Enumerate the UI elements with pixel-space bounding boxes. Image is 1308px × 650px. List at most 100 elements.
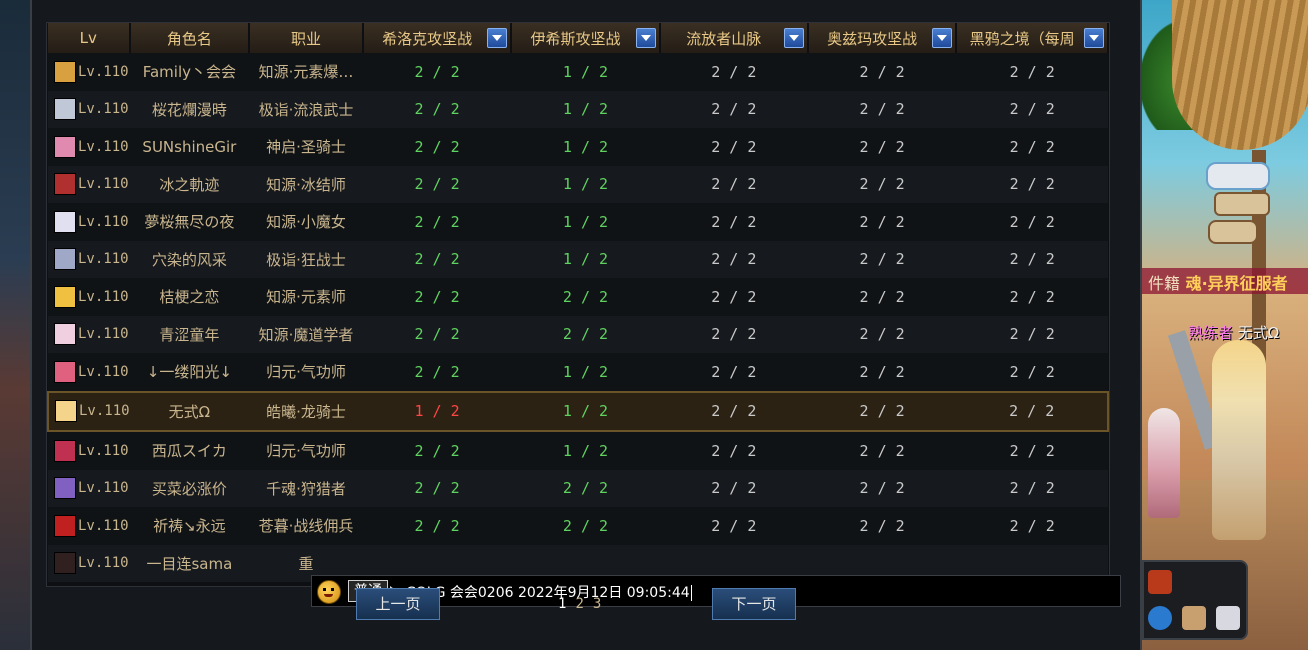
table-row[interactable]: Lv.110 西瓜スイカ 归元·气功师 2 / 21 / 22 / 22 / 22 /… xyxy=(48,431,1108,470)
sign-board xyxy=(1208,220,1258,244)
level-text: Lv.110 xyxy=(78,176,129,193)
clear-count-cell: 2 / 2 xyxy=(511,507,660,545)
player-character[interactable] xyxy=(1212,340,1266,540)
dropdown-arrow-icon[interactable] xyxy=(487,28,508,48)
clear-count-cell: 2 / 2 xyxy=(956,165,1108,203)
clear-count-cell: 2 / 2 xyxy=(659,278,808,316)
emoji-icon[interactable] xyxy=(317,580,341,604)
column-header-label: 职业 xyxy=(291,29,322,48)
character-avatar-icon xyxy=(54,477,76,500)
chat-input[interactable]: COLG 会会0206 2022年9月12日 09:05:44 xyxy=(406,582,692,602)
table-row[interactable]: Lv.110 买菜必涨价 千魂·狩猎者 2 / 22 / 22 / 22 / 22 /… xyxy=(48,469,1108,507)
character-name: 西瓜スイカ xyxy=(129,431,250,470)
clear-count-cell: 1 / 2 xyxy=(511,390,660,432)
thatched-hut xyxy=(1172,0,1308,150)
level-cell: Lv.110 xyxy=(48,315,130,353)
character-class: 千魂·狩猎者 xyxy=(249,469,363,507)
level-cell: Lv.110 xyxy=(48,507,130,545)
clear-count-cell: 2 / 2 xyxy=(659,469,808,507)
table-row[interactable]: Lv.110 桜花爛漫時 极诣·流浪武士 2 / 21 / 22 / 22 / 22 … xyxy=(48,90,1108,128)
clear-count-cell: 2 / 2 xyxy=(659,507,808,545)
table-row[interactable]: Lv.110 ↓一缕阳光↓ 归元·气功师 2 / 21 / 22 / 22 / 22 … xyxy=(48,353,1108,392)
column-header-1: 角色名 xyxy=(129,23,251,53)
table-body: Lv.110 Family丶会会 知源·元素爆… 2 / 21 / 22 / 22 /… xyxy=(47,53,1109,582)
clear-count-cell: 2 / 2 xyxy=(362,278,512,316)
character-name: 夢桜無尽の夜 xyxy=(129,203,250,241)
table-row[interactable]: Lv.110 祈祷↘永远 苍暮·战线佣兵 2 / 22 / 22 / 22 / 22 … xyxy=(48,507,1108,545)
column-header-4[interactable]: 伊希斯攻坚战 xyxy=(511,23,661,53)
next-page-button[interactable]: 下一页 xyxy=(712,588,796,620)
column-header-3[interactable]: 希洛克攻坚战 xyxy=(362,23,513,53)
clear-count-cell: 2 / 2 xyxy=(956,203,1108,241)
level-text: Lv.110 xyxy=(78,480,129,497)
character-avatar-icon xyxy=(55,400,77,423)
dropdown-arrow-icon[interactable] xyxy=(932,28,953,48)
page-1-link[interactable]: 1 xyxy=(558,596,566,612)
dungeon-progress-window: Lv 角色名 职业 希洛克攻坚战 伊希斯攻坚战 流放者山脉 奥兹玛攻坚战 黑鸦之境（每周 Lv… xyxy=(30,0,1142,650)
table-row[interactable]: Lv.110 青涩童年 知源·魔道学者 2 / 22 / 22 / 22 / 22 /… xyxy=(48,315,1108,353)
clear-count-cell: 2 / 2 xyxy=(362,240,512,278)
clear-count-cell: 2 / 2 xyxy=(807,203,957,241)
clear-count-cell: 1 / 2 xyxy=(511,431,660,470)
clear-count-cell: 2 / 2 xyxy=(362,507,512,545)
page-numbers: 123 xyxy=(558,596,610,612)
game-background-left xyxy=(0,0,30,650)
page-3-link[interactable]: 3 xyxy=(593,596,601,612)
table-row[interactable]: Lv.110 穴染的风采 极诣·狂战士 2 / 21 / 22 / 22 / 22 /… xyxy=(48,240,1108,278)
level-text: Lv.110 xyxy=(78,442,129,459)
character-name: 一目连sama xyxy=(129,544,250,582)
chat-message-text[interactable]: COLG 会会0206 2022年9月12日 09:05:44 xyxy=(406,585,690,601)
character-avatar-icon xyxy=(54,98,76,121)
clear-count-cell: 2 / 2 xyxy=(659,315,808,353)
clear-count-cell: 2 / 2 xyxy=(659,203,808,241)
clear-count-cell: 1 / 2 xyxy=(362,390,512,432)
clear-count-cell: 2 / 2 xyxy=(362,90,512,128)
pvp-icon[interactable] xyxy=(1148,606,1172,630)
clear-count-cell: 2 / 2 xyxy=(807,165,957,203)
clear-count-cell: 1 / 2 xyxy=(511,90,660,128)
character-class: 归元·气功师 xyxy=(249,431,363,470)
character-class: 知源·元素爆… xyxy=(249,53,363,91)
column-header-6[interactable]: 奥兹玛攻坚战 xyxy=(807,23,958,53)
level-cell: Lv.110 xyxy=(48,431,130,470)
clear-count-cell: 2 / 2 xyxy=(956,90,1108,128)
character-avatar-icon xyxy=(54,60,76,83)
dropdown-arrow-icon[interactable] xyxy=(635,28,656,48)
clear-count-cell: 2 / 2 xyxy=(362,353,512,392)
character-class: 皓曦·龙骑士 xyxy=(249,390,363,432)
character-avatar-icon xyxy=(54,210,76,233)
column-header-5[interactable]: 流放者山脉 xyxy=(659,23,809,53)
character-name: 冰之軌迹 xyxy=(129,165,250,203)
column-header-7[interactable]: 黑鸦之境（每周 xyxy=(956,23,1109,53)
item-icon[interactable] xyxy=(1148,570,1172,594)
table-row[interactable]: Lv.110 Family丶会会 知源·元素爆… 2 / 21 / 22 / 22 /… xyxy=(48,53,1108,91)
level-text: Lv.110 xyxy=(78,517,129,534)
prev-page-button[interactable]: 上一页 xyxy=(356,588,440,620)
book-icon[interactable] xyxy=(1182,606,1206,630)
clear-count-cell: 2 / 2 xyxy=(956,240,1108,278)
clear-count-cell: 2 / 2 xyxy=(659,53,808,91)
table-row[interactable]: Lv.110 夢桜無尽の夜 知源·小魔女 2 / 21 / 22 / 22 / 22 … xyxy=(48,203,1108,241)
dropdown-arrow-icon[interactable] xyxy=(783,28,804,48)
clear-count-cell: 2 / 2 xyxy=(807,90,957,128)
page-2-link[interactable]: 2 xyxy=(575,596,583,612)
clear-count-cell: 2 / 2 xyxy=(956,315,1108,353)
character-class: 神启·圣骑士 xyxy=(249,128,363,166)
column-header-label: 角色名 xyxy=(166,29,212,48)
column-header-label: 伊希斯攻坚战 xyxy=(530,29,621,48)
level-text: Lv.110 xyxy=(78,138,129,155)
npc-character[interactable] xyxy=(1148,408,1180,518)
table-row[interactable]: Lv.110 冰之軌迹 知源·冰结师 2 / 21 / 22 / 22 / 22 / … xyxy=(48,165,1108,203)
clear-count-cell: 2 / 2 xyxy=(659,390,808,432)
dropdown-arrow-icon[interactable] xyxy=(1084,28,1104,48)
character-class: 极诣·狂战士 xyxy=(249,240,363,278)
table-row[interactable]: Lv.110 桔梗之恋 知源·元素师 2 / 22 / 22 / 22 / 22 / … xyxy=(48,278,1108,316)
character-avatar-icon xyxy=(54,439,76,462)
clear-count-cell: 2 / 2 xyxy=(362,165,512,203)
clear-count-cell: 1 / 2 xyxy=(511,128,660,166)
table-row[interactable]: Lv.110 SUNshineGir 神启·圣骑士 2 / 21 / 22 / 22 … xyxy=(48,128,1108,166)
table-row[interactable]: Lv.110 无式Ω 皓曦·龙骑士 1 / 21 / 22 / 22 / 22 / 2 xyxy=(47,390,1109,432)
settings-icon[interactable] xyxy=(1216,606,1240,630)
clear-count-cell: 2 / 2 xyxy=(659,165,808,203)
level-cell: Lv.110 xyxy=(48,544,130,582)
